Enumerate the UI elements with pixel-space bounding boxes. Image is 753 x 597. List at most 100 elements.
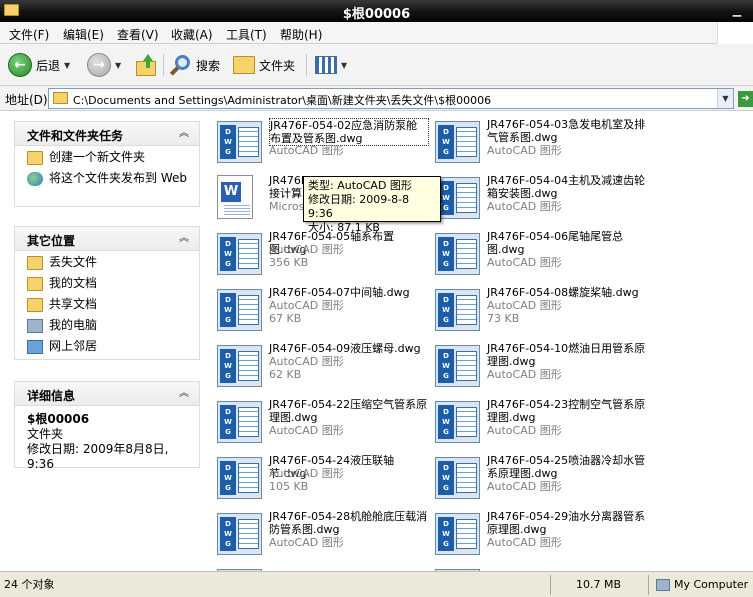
file-item[interactable]: DWG JR476F-054-29油水分离器管系原理图.dwg AutoCAD … [428, 509, 646, 559]
file-item[interactable]: DWG JR476F-054-07中间轴.dwg AutoCAD 图形 67 K… [210, 285, 428, 335]
dwg-file-icon: DWG [217, 401, 262, 443]
chevron-down-icon[interactable]: ▼ [341, 61, 347, 70]
place-label: 丢失文件 [49, 255, 98, 269]
menu-edit[interactable]: 编辑(E) [63, 26, 104, 43]
forward-button[interactable]: → ▼ [87, 52, 121, 78]
file-item[interactable]: DWG JR476F-054-03急发电机室及排气管系图.dwg AutoCAD… [428, 117, 646, 167]
place-my-computer[interactable]: 我的电脑 [15, 314, 199, 335]
file-size: 73 KB [487, 312, 520, 325]
publish-web-icon [27, 172, 43, 186]
file-type: AutoCAD 图形 [487, 144, 562, 157]
dwg-file-icon: DWG [217, 233, 262, 275]
menu-help[interactable]: 帮助(H) [280, 26, 322, 43]
file-item[interactable]: DWG JR476F-054-08螺旋桨轴.dwg AutoCAD 图形 73 … [428, 285, 646, 335]
place-my-documents[interactable]: 我的文档 [15, 272, 199, 293]
back-label: 后退 [36, 58, 61, 73]
details-name: $根00006 [27, 412, 90, 426]
places-panel-header[interactable]: 其它位置 ︽ [15, 227, 199, 251]
file-size: 356 KB [269, 256, 309, 269]
place-shared-documents[interactable]: 共享文档 [15, 293, 199, 314]
dwg-file-icon: DWG [217, 121, 262, 163]
menu-file[interactable]: 文件(F) [9, 26, 49, 43]
back-arrow-icon: ← [8, 53, 32, 77]
toolbar-separator [163, 54, 164, 76]
dwg-file-icon: DWG [217, 457, 262, 499]
views-button[interactable]: ▼ [315, 52, 347, 78]
task-pane: 文件和文件夹任务 ︽ 创建一个新文件夹 将这个文件夹发布到 Web 其它位置 ︽… [0, 111, 210, 571]
file-type: AutoCAD 图形 [487, 424, 562, 437]
file-item[interactable]: DWG JR476F-054-24液压联轴节.dwg AutoCAD 图形 10… [210, 453, 428, 503]
file-item[interactable]: DWG JR476F-054-10燃油日用管系原理图.dwg AutoCAD 图… [428, 341, 646, 391]
place-network[interactable]: 网上邻居 [15, 335, 199, 356]
my-computer-icon [656, 579, 670, 591]
windows-logo-icon [717, 22, 753, 44]
chevron-down-icon[interactable]: ▼ [115, 61, 121, 70]
network-places-icon [27, 340, 43, 354]
file-type: AutoCAD 图形 [487, 200, 562, 213]
file-item[interactable]: DWG JR476F-054-05轴系布置图.dwg AutoCAD 图形 35… [210, 229, 428, 279]
shared-documents-icon [27, 298, 43, 312]
file-item[interactable]: DWG JR476F-054-02应急消防泵舱布置及管系图.dwg AutoCA… [210, 117, 429, 167]
task-label: 将这个文件夹发布到 Web [49, 171, 187, 185]
collapse-icon[interactable]: ︽ [177, 387, 191, 401]
menu-bar: 文件(F) 编辑(E) 查看(V) 收藏(A) 工具(T) 帮助(H) [0, 22, 753, 44]
back-button[interactable]: ← 后退 ▼ [8, 52, 70, 78]
file-name: JR476F-054-03急发电机室及排气管系图.dwg [487, 118, 646, 144]
file-item[interactable]: DWG JR476F-054-04主机及减速齿轮箱安装图.dwg AutoCAD… [428, 173, 646, 223]
file-type: AutoCAD 图形 [487, 299, 562, 312]
chevron-down-icon[interactable]: ▼ [717, 89, 733, 108]
toolbar: ← 后退 ▼ → ▼ 搜索 文件夹 ▼ [0, 44, 753, 86]
folders-label: 文件夹 [259, 58, 296, 73]
go-button[interactable]: ➜ [738, 91, 753, 107]
dwg-file-icon: DWG [435, 233, 480, 275]
folder-icon [53, 92, 68, 104]
collapse-icon[interactable]: ︽ [177, 127, 191, 141]
search-button[interactable]: 搜索 [169, 52, 220, 78]
file-item[interactable]: DWG JR476F-054-25喷油器冷却水管系原理图.dwg AutoCAD… [428, 453, 646, 503]
details-panel: 详细信息 ︽ $根00006 文件夹 修改日期: 2009年8月8日, 9:36 [14, 381, 200, 471]
tooltip-modified: 修改日期: 2009-8-8 9:36 [308, 193, 410, 220]
details-panel-header[interactable]: 详细信息 ︽ [15, 382, 199, 406]
forward-arrow-icon: → [87, 53, 111, 77]
folders-button[interactable]: 文件夹 [233, 52, 295, 78]
menu-favorites[interactable]: 收藏(A) [171, 26, 213, 43]
up-button[interactable] [136, 52, 158, 78]
file-item[interactable]: DWG JR476F-054-06尾轴尾管总图.dwg AutoCAD 图形 [428, 229, 646, 279]
title-bar: $根00006 ▁ [0, 0, 753, 22]
chevron-down-icon[interactable]: ▼ [64, 61, 70, 70]
menu-view[interactable]: 查看(V) [117, 26, 159, 43]
menu-tools[interactable]: 工具(T) [226, 26, 267, 43]
file-size: 105 KB [269, 480, 309, 493]
details-modified: 修改日期: 2009年8月8日, 9:36 [27, 442, 169, 471]
dwg-file-icon: DWG [435, 457, 480, 499]
toolbar-separator [306, 54, 307, 76]
dwg-file-icon: DWG [435, 401, 480, 443]
file-list: DWG JR476F-054-02应急消防泵舱布置及管系图.dwg AutoCA… [210, 111, 753, 571]
place-lost-files[interactable]: 丢失文件 [15, 251, 199, 272]
file-item[interactable]: DWG JR476F-054-22压缩空气管系原理图.dwg AutoCAD 图… [210, 397, 428, 447]
status-size: 10.7 MB [576, 578, 622, 591]
window-title: $根00006 [342, 7, 411, 22]
task-publish-web[interactable]: 将这个文件夹发布到 Web [15, 167, 199, 188]
tooltip-size: 大小: 87.1 KB [308, 221, 380, 234]
address-input[interactable]: C:\Documents and Settings\Administrator\… [48, 88, 734, 109]
dwg-file-icon: DWG [217, 513, 262, 555]
collapse-icon[interactable]: ︽ [177, 232, 191, 246]
file-name: JR476F-054-09液压螺母.dwg [269, 342, 421, 355]
dwg-file-icon: DWG [217, 289, 262, 331]
file-item[interactable]: DWG JR476F-054-28机舱舱底压载消防管系图.dwg AutoCAD… [210, 509, 428, 559]
minimize-button[interactable]: ▁ [729, 3, 745, 19]
task-new-folder[interactable]: 创建一个新文件夹 [15, 146, 199, 167]
places-panel: 其它位置 ︽ 丢失文件 我的文档 共享文档 我的电脑 网上邻居 [14, 226, 200, 360]
file-type: AutoCAD 图形 [269, 424, 344, 437]
file-item[interactable]: DWG JR476F-054-23控制空气管系原理图.dwg AutoCAD 图… [428, 397, 646, 447]
tasks-panel-header[interactable]: 文件和文件夹任务 ︽ [15, 122, 199, 146]
dwg-file-icon: DWG [435, 177, 480, 219]
details-panel-title: 详细信息 [27, 389, 76, 403]
details-body: $根00006 文件夹 修改日期: 2009年8月8日, 9:36 [15, 406, 199, 478]
file-item[interactable]: DWG JR476F-054-09液压螺母.dwg AutoCAD 图形 62 … [210, 341, 428, 391]
search-icon [169, 54, 192, 76]
address-label: 地址(D) [5, 93, 48, 107]
dwg-file-icon: DWG [435, 289, 480, 331]
address-path: C:\Documents and Settings\Administrator\… [73, 94, 492, 107]
